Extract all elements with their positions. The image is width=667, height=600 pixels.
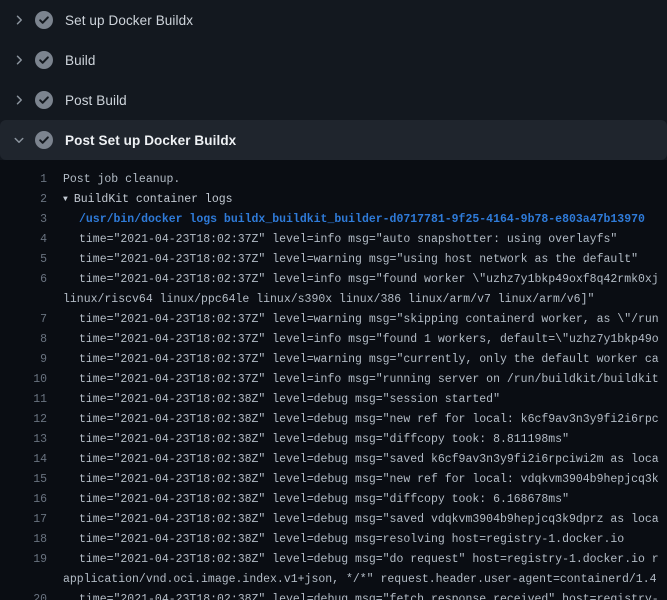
chevron-icon [12, 13, 26, 27]
log-line: 6 ▼time="2021-04-23T18:02:37Z" level=inf… [0, 270, 667, 290]
line-number[interactable] [12, 570, 47, 590]
line-number[interactable]: 13 [12, 430, 47, 450]
log-line: ▼linux/riscv64 linux/ppc64le linux/s390x… [0, 290, 667, 310]
line-number[interactable]: 10 [12, 370, 47, 390]
log-line: 10 ▼time="2021-04-23T18:02:37Z" level=in… [0, 370, 667, 390]
check-circle-icon [35, 131, 53, 149]
log-text: ▼time="2021-04-23T18:02:37Z" level=warni… [79, 310, 659, 330]
log-line: 3 ▼/usr/bin/docker logs buildx_buildkit_… [0, 210, 667, 230]
log-text: ▼time="2021-04-23T18:02:37Z" level=info … [79, 330, 659, 350]
log-line: 20 ▼time="2021-04-23T18:02:38Z" level=de… [0, 590, 667, 600]
log-text: ▼time="2021-04-23T18:02:37Z" level=info … [79, 230, 617, 250]
log-line: 8 ▼time="2021-04-23T18:02:37Z" level=inf… [0, 330, 667, 350]
line-number[interactable]: 20 [12, 590, 47, 600]
log-text: ▼time="2021-04-23T18:02:37Z" level=warni… [79, 250, 638, 270]
log-line: 9 ▼time="2021-04-23T18:02:37Z" level=war… [0, 350, 667, 370]
log-text: ▼time="2021-04-23T18:02:38Z" level=debug… [79, 410, 659, 430]
log-text: ▼time="2021-04-23T18:02:38Z" level=debug… [79, 550, 659, 570]
log-text: ▼time="2021-04-23T18:02:38Z" level=debug… [79, 390, 500, 410]
line-number[interactable]: 6 [12, 270, 47, 290]
log-line: 14 ▼time="2021-04-23T18:02:38Z" level=de… [0, 450, 667, 470]
log-line: 1 ▼Post job cleanup. [0, 170, 667, 190]
log-text: ▼time="2021-04-23T18:02:37Z" level=info … [79, 370, 659, 390]
step-header-row[interactable]: Set up Docker Buildx [0, 0, 667, 40]
step-header-row[interactable]: Post Set up Docker Buildx [0, 120, 667, 160]
log-line: 19 ▼time="2021-04-23T18:02:38Z" level=de… [0, 550, 667, 570]
log-line: 16 ▼time="2021-04-23T18:02:38Z" level=de… [0, 490, 667, 510]
log-text: ▼time="2021-04-23T18:02:38Z" level=debug… [79, 510, 659, 530]
log-text: ▼time="2021-04-23T18:02:38Z" level=debug… [79, 470, 659, 490]
log-text: ▼BuildKit container logs [63, 190, 233, 210]
log-line: 15 ▼time="2021-04-23T18:02:38Z" level=de… [0, 470, 667, 490]
line-number[interactable]: 1 [12, 170, 47, 190]
log-scroll-area[interactable]: 1 ▼Post job cleanup. 2 ▼BuildKit contain… [0, 160, 667, 600]
log-text: ▼time="2021-04-23T18:02:38Z" level=debug… [79, 450, 659, 470]
line-number[interactable]: 3 [12, 210, 47, 230]
line-number[interactable]: 2 [12, 190, 47, 210]
log-text: ▼application/vnd.oci.image.index.v1+json… [63, 570, 657, 590]
line-number[interactable]: 11 [12, 390, 47, 410]
steps-list: Set up Docker Buildx Build Post Buil [0, 0, 667, 160]
log-line: 2 ▼BuildKit container logs [0, 190, 667, 210]
chevron-icon [12, 93, 26, 107]
line-number[interactable]: 15 [12, 470, 47, 490]
check-circle-icon [35, 11, 53, 29]
chevron-icon [12, 53, 26, 67]
line-number[interactable]: 19 [12, 550, 47, 570]
step-header-row[interactable]: Post Build [0, 80, 667, 120]
log-text: ▼linux/riscv64 linux/ppc64le linux/s390x… [63, 290, 594, 310]
step-label: Post Set up Docker Buildx [65, 133, 236, 148]
log-text: ▼Post job cleanup. [63, 170, 180, 190]
check-circle-icon [35, 91, 53, 109]
group-caret-icon[interactable]: ▼ [63, 190, 68, 210]
log-line: 5 ▼time="2021-04-23T18:02:37Z" level=war… [0, 250, 667, 270]
log-text: ▼time="2021-04-23T18:02:37Z" level=warni… [79, 350, 659, 370]
step-label: Build [65, 53, 96, 68]
line-number[interactable]: 18 [12, 530, 47, 550]
log-text: ▼time="2021-04-23T18:02:38Z" level=debug… [79, 590, 659, 600]
log-text: ▼/usr/bin/docker logs buildx_buildkit_bu… [79, 210, 645, 230]
log-line: 17 ▼time="2021-04-23T18:02:38Z" level=de… [0, 510, 667, 530]
line-number[interactable]: 5 [12, 250, 47, 270]
line-number[interactable]: 8 [12, 330, 47, 350]
log-line: 12 ▼time="2021-04-23T18:02:38Z" level=de… [0, 410, 667, 430]
line-number[interactable]: 7 [12, 310, 47, 330]
step-label: Post Build [65, 93, 127, 108]
step-label: Set up Docker Buildx [65, 13, 193, 28]
line-number[interactable]: 14 [12, 450, 47, 470]
line-number[interactable]: 16 [12, 490, 47, 510]
log-text: ▼time="2021-04-23T18:02:38Z" level=debug… [79, 490, 569, 510]
log-line: 4 ▼time="2021-04-23T18:02:37Z" level=inf… [0, 230, 667, 250]
log-text: ▼time="2021-04-23T18:02:38Z" level=debug… [79, 430, 569, 450]
line-number[interactable]: 4 [12, 230, 47, 250]
check-circle-icon [35, 51, 53, 69]
log-line: 13 ▼time="2021-04-23T18:02:38Z" level=de… [0, 430, 667, 450]
log-text: ▼time="2021-04-23T18:02:37Z" level=info … [79, 270, 659, 290]
step-header-row[interactable]: Build [0, 40, 667, 80]
log-line: 18 ▼time="2021-04-23T18:02:38Z" level=de… [0, 530, 667, 550]
chevron-icon [12, 133, 26, 147]
line-number[interactable] [12, 290, 47, 310]
line-number[interactable]: 17 [12, 510, 47, 530]
log-line: ▼application/vnd.oci.image.index.v1+json… [0, 570, 667, 590]
line-number[interactable]: 12 [12, 410, 47, 430]
log-text: ▼time="2021-04-23T18:02:38Z" level=debug… [79, 530, 624, 550]
log-line: 11 ▼time="2021-04-23T18:02:38Z" level=de… [0, 390, 667, 410]
log-line: 7 ▼time="2021-04-23T18:02:37Z" level=war… [0, 310, 667, 330]
line-number[interactable]: 9 [12, 350, 47, 370]
